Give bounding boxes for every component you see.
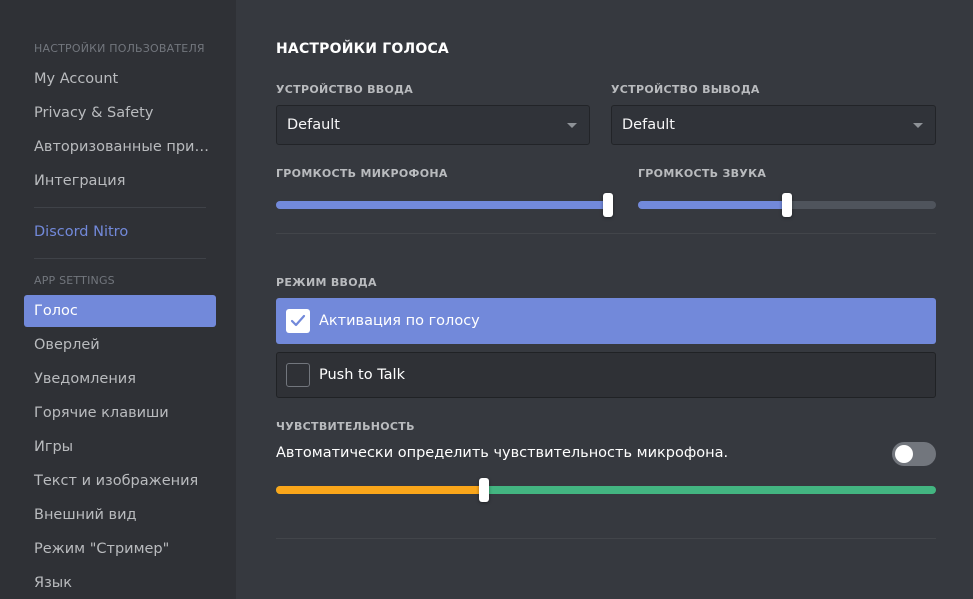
sound-volume-fill	[638, 201, 787, 209]
sidebar-item-privacy-safety[interactable]: Privacy & Safety	[24, 97, 216, 129]
sidebar-item-authorized-apps[interactable]: Авторизованные прил...	[24, 131, 216, 163]
input-device-select[interactable]: Default	[276, 105, 590, 145]
sidebar-item-integrations[interactable]: Интеграция	[24, 165, 216, 197]
sidebar-item-language[interactable]: Язык	[24, 567, 216, 599]
input-mode-label: РЕЖИМ ВВОДА	[276, 276, 377, 289]
chevron-down-icon	[913, 123, 923, 128]
sidebar-item-notifications[interactable]: Уведомления	[24, 363, 216, 395]
sidebar-item-voice[interactable]: Голос	[24, 295, 216, 327]
sensitivity-below-threshold	[276, 486, 484, 494]
mic-volume-label: ГРОМКОСТЬ МИКРОФОНА	[276, 167, 448, 180]
sidebar-item-games[interactable]: Игры	[24, 431, 216, 463]
sound-volume-handle[interactable]	[782, 193, 792, 217]
sound-volume-slider[interactable]	[638, 193, 936, 217]
settings-sidebar: НАСТРОЙКИ ПОЛЬЗОВАТЕЛЯ My Account Privac…	[0, 0, 236, 599]
input-mode-push-to-talk[interactable]: Push to Talk	[276, 352, 936, 398]
sidebar-item-appearance[interactable]: Внешний вид	[24, 499, 216, 531]
auto-sensitivity-toggle[interactable]	[892, 442, 936, 466]
section-divider	[276, 233, 936, 234]
mic-volume-handle[interactable]	[603, 193, 613, 217]
sidebar-item-streamer-mode[interactable]: Режим "Стример"	[24, 533, 216, 565]
sidebar-item-my-account[interactable]: My Account	[24, 63, 216, 95]
voice-settings-panel: НАСТРОЙКИ ГОЛОСА УСТРОЙСТВО ВВОДА Defaul…	[236, 0, 973, 599]
sidebar-item-overlay[interactable]: Оверлей	[24, 329, 216, 361]
input-mode-voice-activity[interactable]: Активация по голосу	[276, 298, 936, 344]
output-device-value: Default	[622, 117, 675, 133]
sensitivity-slider[interactable]	[276, 478, 936, 502]
sidebar-item-text-images[interactable]: Текст и изображения	[24, 465, 216, 497]
chevron-down-icon	[567, 123, 577, 128]
user-settings-header: НАСТРОЙКИ ПОЛЬЗОВАТЕЛЯ	[34, 42, 205, 55]
sound-volume-label: ГРОМКОСТЬ ЗВУКА	[638, 167, 767, 180]
page-title: НАСТРОЙКИ ГОЛОСА	[276, 41, 449, 57]
checkmark-icon	[290, 314, 306, 327]
auto-sensitivity-text: Автоматически определить чувствительност…	[276, 445, 729, 461]
section-divider	[276, 538, 936, 539]
mic-volume-slider[interactable]	[276, 193, 613, 217]
voice-activity-label: Активация по голосу	[319, 313, 480, 329]
sensitivity-label: ЧУВСТВИТЕЛЬНОСТЬ	[276, 420, 415, 433]
sensitivity-handle[interactable]	[479, 478, 489, 502]
sidebar-divider	[34, 207, 206, 208]
toggle-knob	[895, 445, 913, 463]
checkbox-checked	[286, 309, 310, 333]
output-device-select[interactable]: Default	[611, 105, 936, 145]
sidebar-item-keybinds[interactable]: Горячие клавиши	[24, 397, 216, 429]
sidebar-divider	[34, 258, 206, 259]
checkbox-unchecked	[286, 363, 310, 387]
sidebar-item-discord-nitro[interactable]: Discord Nitro	[24, 216, 216, 248]
output-device-label: УСТРОЙСТВО ВЫВОДА	[611, 83, 760, 96]
mic-volume-fill	[276, 201, 613, 209]
push-to-talk-label: Push to Talk	[319, 367, 405, 383]
input-device-value: Default	[287, 117, 340, 133]
app-settings-header: APP SETTINGS	[34, 274, 115, 287]
input-device-label: УСТРОЙСТВО ВВОДА	[276, 83, 414, 96]
